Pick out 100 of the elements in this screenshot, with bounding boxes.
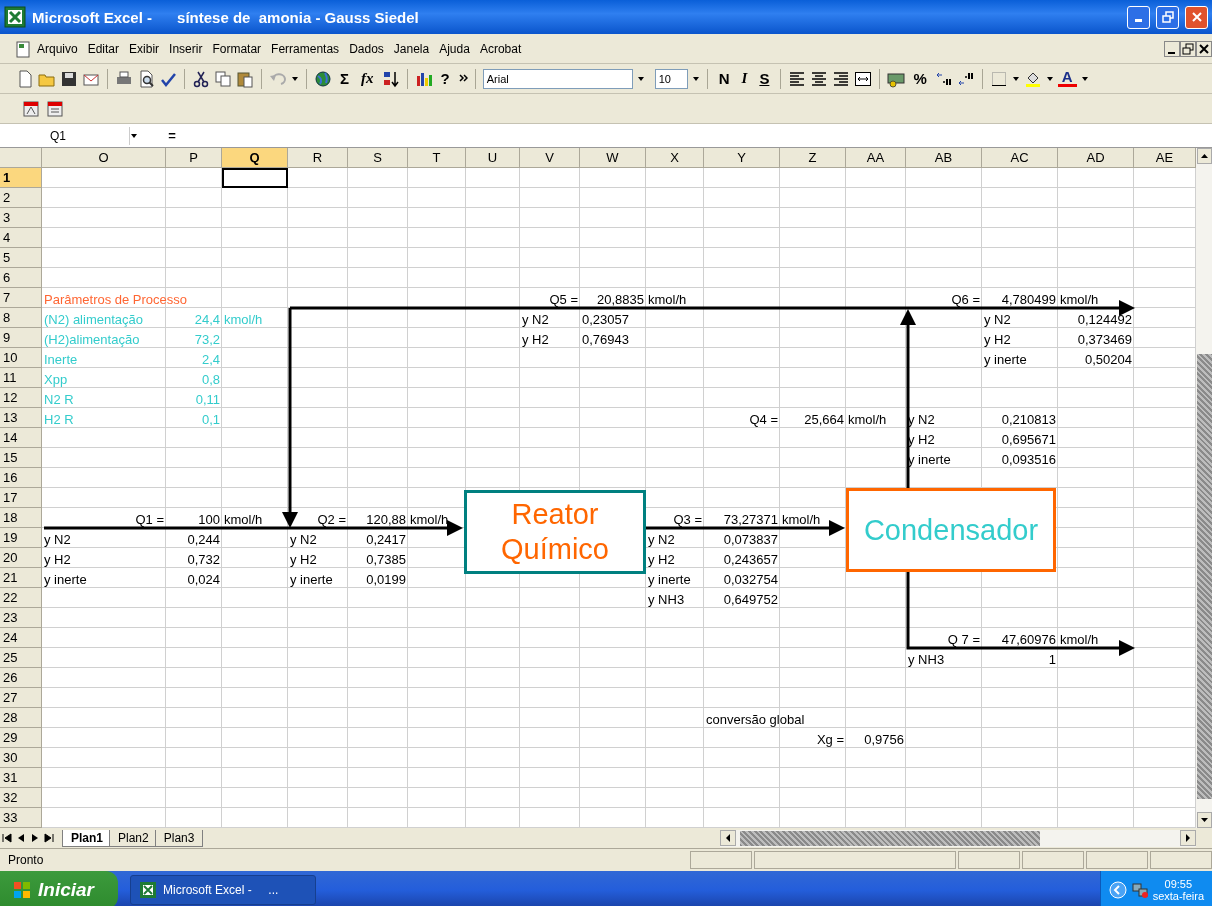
name-box[interactable]: Q1 <box>0 126 130 145</box>
minimize-icon[interactable] <box>1164 40 1180 57</box>
row-header[interactable]: 10 <box>0 348 42 368</box>
column-header[interactable]: W <box>580 148 646 168</box>
font-field[interactable]: Arial <box>482 68 633 89</box>
row-header[interactable]: 17 <box>0 488 42 508</box>
align-right-icon[interactable] <box>832 69 851 88</box>
scrollbar-thumb[interactable] <box>1196 354 1212 799</box>
new-document-icon[interactable] <box>16 69 34 88</box>
column-header[interactable]: O <box>42 148 166 168</box>
column-header[interactable]: R <box>288 148 348 168</box>
row-header[interactable]: 5 <box>0 248 42 268</box>
row-header[interactable]: 19 <box>0 528 42 548</box>
bold-button[interactable]: N <box>714 70 734 87</box>
row-header[interactable]: 22 <box>0 588 42 608</box>
borders-icon[interactable] <box>989 69 1008 88</box>
save-icon[interactable] <box>60 69 78 88</box>
autosum-button[interactable]: Σ <box>336 70 353 87</box>
column-header[interactable]: T <box>408 148 466 168</box>
minimize-button[interactable] <box>1127 5 1150 29</box>
first-sheet-icon[interactable] <box>0 831 14 845</box>
row-header[interactable]: 15 <box>0 448 42 468</box>
sheet-tab[interactable]: Plan2 <box>109 829 158 847</box>
row-header[interactable]: 9 <box>0 328 42 348</box>
scissors-icon[interactable] <box>192 69 210 88</box>
row-header[interactable]: 1 <box>0 168 42 188</box>
scroll-right-icon[interactable] <box>1180 830 1196 846</box>
sort-icon[interactable] <box>381 69 400 88</box>
align-left-icon[interactable] <box>788 69 807 88</box>
column-header[interactable]: Y <box>704 148 780 168</box>
sheet-tab[interactable]: Plan1 <box>62 829 112 847</box>
row-header[interactable]: 11 <box>0 368 42 388</box>
column-header[interactable]: AA <box>846 148 906 168</box>
menu-item[interactable]: Inserir <box>164 39 208 58</box>
scroll-left-icon[interactable] <box>720 830 736 846</box>
row-header[interactable]: 29 <box>0 728 42 748</box>
menu-item[interactable]: Dados <box>344 39 389 58</box>
row-header[interactable]: 20 <box>0 548 42 568</box>
row-header[interactable]: 7 <box>0 288 42 308</box>
row-header[interactable]: 25 <box>0 648 42 668</box>
close-icon[interactable] <box>1196 40 1212 57</box>
row-header[interactable]: 33 <box>0 808 42 828</box>
row-header[interactable]: 21 <box>0 568 42 588</box>
globe-icon[interactable] <box>314 69 332 88</box>
menu-item[interactable]: Acrobat <box>474 39 527 58</box>
underline-button[interactable]: S <box>755 70 774 87</box>
row-header[interactable]: 28 <box>0 708 42 728</box>
print-preview-icon[interactable] <box>137 69 155 88</box>
taskbar-button[interactable]: Microsoft Excel - ... <box>130 875 316 905</box>
menu-item[interactable]: Exibir <box>124 39 165 58</box>
row-header[interactable]: 24 <box>0 628 42 648</box>
chevron-icon[interactable] <box>1108 881 1127 899</box>
restore-button[interactable] <box>1156 5 1179 29</box>
menu-item[interactable]: Janela <box>388 39 435 58</box>
column-header[interactable]: AD <box>1058 148 1134 168</box>
scrollbar-thumb[interactable] <box>740 830 1040 846</box>
column-header[interactable]: P <box>166 148 222 168</box>
column-header[interactable]: X <box>646 148 704 168</box>
italic-button[interactable]: I <box>737 70 752 87</box>
menu-item[interactable]: Arquivo <box>32 39 83 58</box>
function-button[interactable]: fx <box>357 70 378 87</box>
row-header[interactable]: 13 <box>0 408 42 428</box>
row-header[interactable]: 8 <box>0 308 42 328</box>
row-header[interactable]: 32 <box>0 788 42 808</box>
column-header[interactable]: U <box>466 148 520 168</box>
copy-icon[interactable] <box>214 69 232 88</box>
last-sheet-icon[interactable] <box>42 831 56 845</box>
row-header[interactable]: 16 <box>0 468 42 488</box>
column-header[interactable]: AB <box>906 148 982 168</box>
restore-icon[interactable] <box>1180 40 1196 57</box>
font-size-field[interactable]: 10 <box>654 68 688 89</box>
column-header[interactable]: V <box>520 148 580 168</box>
document-icon[interactable] <box>14 39 32 58</box>
row-header[interactable]: 26 <box>0 668 42 688</box>
row-header[interactable]: 6 <box>0 268 42 288</box>
menu-item[interactable]: Ajuda <box>434 39 475 58</box>
help-button[interactable]: ? <box>436 70 454 87</box>
column-header[interactable]: Z <box>780 148 846 168</box>
row-header[interactable]: 27 <box>0 688 42 708</box>
menu-item[interactable]: Ferramentas <box>266 39 345 58</box>
network-icon[interactable] <box>1130 881 1149 899</box>
menu-item[interactable]: Editar <box>82 39 125 58</box>
scroll-up-icon[interactable] <box>1196 148 1212 164</box>
row-header[interactable]: 12 <box>0 388 42 408</box>
paste-icon[interactable] <box>236 69 254 88</box>
column-header[interactable]: AE <box>1134 148 1196 168</box>
align-center-icon[interactable] <box>810 69 829 88</box>
column-header[interactable]: Q <box>222 148 288 168</box>
row-header[interactable]: 2 <box>0 188 42 208</box>
row-header[interactable]: 18 <box>0 508 42 528</box>
row-header[interactable]: 30 <box>0 748 42 768</box>
restore-icon[interactable] <box>1160 10 1175 24</box>
row-header[interactable]: 31 <box>0 768 42 788</box>
start-button[interactable]: Iniciar <box>0 871 118 906</box>
row-header[interactable]: 14 <box>0 428 42 448</box>
menu-item[interactable]: Formatar <box>207 39 267 58</box>
font-color-button[interactable]: A <box>1057 70 1077 87</box>
sheet-tab[interactable]: Plan3 <box>154 829 204 847</box>
merge-center-icon[interactable] <box>854 69 873 88</box>
column-header[interactable]: S <box>348 148 408 168</box>
